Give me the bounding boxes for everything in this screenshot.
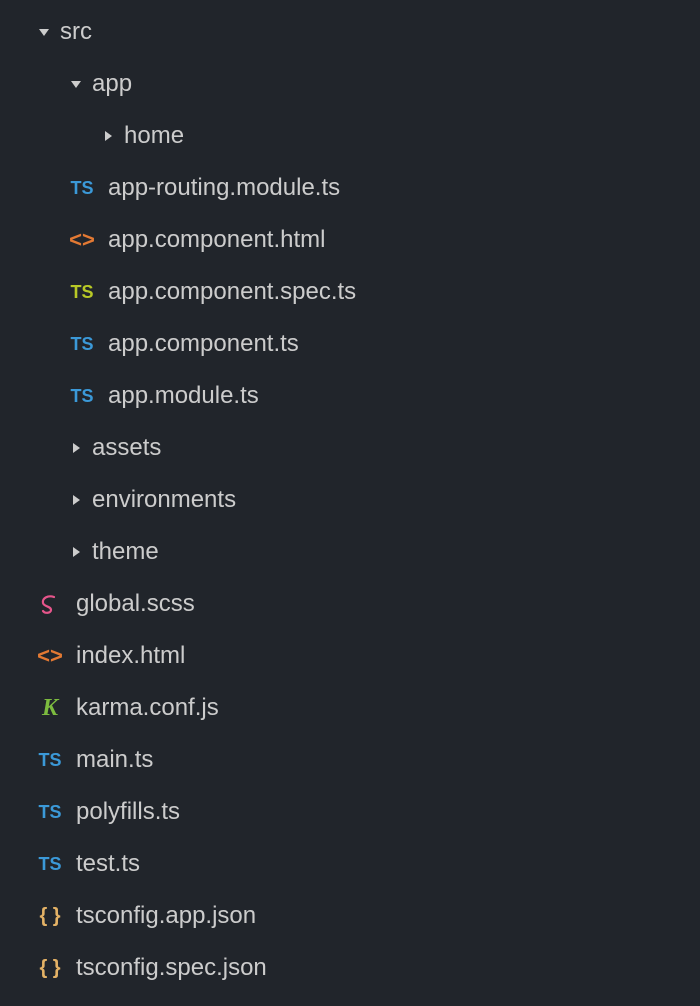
json-icon: { } <box>34 905 66 928</box>
folder-assets[interactable]: assets <box>0 422 700 474</box>
folder-label: home <box>124 122 184 150</box>
file-label: app.component.html <box>108 226 325 254</box>
chevron-right-icon <box>66 494 86 506</box>
chevron-down-icon <box>66 78 86 90</box>
file-app-component-html[interactable]: <> app.component.html <box>0 214 700 266</box>
typescript-icon: TS <box>66 178 98 199</box>
file-label: index.html <box>76 642 185 670</box>
scss-icon <box>34 592 66 616</box>
file-label: app-routing.module.ts <box>108 174 340 202</box>
file-app-component-spec[interactable]: TS app.component.spec.ts <box>0 266 700 318</box>
chevron-down-icon <box>34 26 54 38</box>
chevron-right-icon <box>66 546 86 558</box>
chevron-right-icon <box>98 130 118 142</box>
file-label: karma.conf.js <box>76 694 219 722</box>
file-polyfills-ts[interactable]: TS polyfills.ts <box>0 786 700 838</box>
typescript-icon: TS <box>66 334 98 355</box>
file-label: tsconfig.spec.json <box>76 954 267 982</box>
file-label: polyfills.ts <box>76 798 180 826</box>
typescript-icon: TS <box>34 750 66 771</box>
typescript-icon: TS <box>34 854 66 875</box>
chevron-right-icon <box>66 442 86 454</box>
typescript-icon: TS <box>34 802 66 823</box>
file-app-module[interactable]: TS app.module.ts <box>0 370 700 422</box>
karma-icon: K <box>34 695 66 722</box>
folder-label: assets <box>92 434 161 462</box>
folder-label: theme <box>92 538 159 566</box>
file-label: global.scss <box>76 590 195 618</box>
file-index-html[interactable]: <> index.html <box>0 630 700 682</box>
file-main-ts[interactable]: TS main.ts <box>0 734 700 786</box>
folder-theme[interactable]: theme <box>0 526 700 578</box>
file-label: test.ts <box>76 850 140 878</box>
file-app-routing-module[interactable]: TS app-routing.module.ts <box>0 162 700 214</box>
folder-label: app <box>92 70 132 98</box>
html-icon: <> <box>66 227 98 253</box>
html-icon: <> <box>34 643 66 669</box>
typescript-spec-icon: TS <box>66 282 98 303</box>
folder-label: src <box>60 18 92 46</box>
file-tsconfig-spec[interactable]: { } tsconfig.spec.json <box>0 942 700 994</box>
file-label: app.component.ts <box>108 330 299 358</box>
folder-src[interactable]: src <box>0 6 700 58</box>
folder-environments[interactable]: environments <box>0 474 700 526</box>
folder-app[interactable]: app <box>0 58 700 110</box>
typescript-icon: TS <box>66 386 98 407</box>
file-app-component-ts[interactable]: TS app.component.ts <box>0 318 700 370</box>
folder-home[interactable]: home <box>0 110 700 162</box>
file-label: app.module.ts <box>108 382 259 410</box>
file-test-ts[interactable]: TS test.ts <box>0 838 700 890</box>
folder-label: environments <box>92 486 236 514</box>
file-label: app.component.spec.ts <box>108 278 356 306</box>
file-karma-conf[interactable]: K karma.conf.js <box>0 682 700 734</box>
json-icon: { } <box>34 957 66 980</box>
file-global-scss[interactable]: global.scss <box>0 578 700 630</box>
file-tsconfig-app[interactable]: { } tsconfig.app.json <box>0 890 700 942</box>
file-label: main.ts <box>76 746 153 774</box>
file-label: tsconfig.app.json <box>76 902 256 930</box>
